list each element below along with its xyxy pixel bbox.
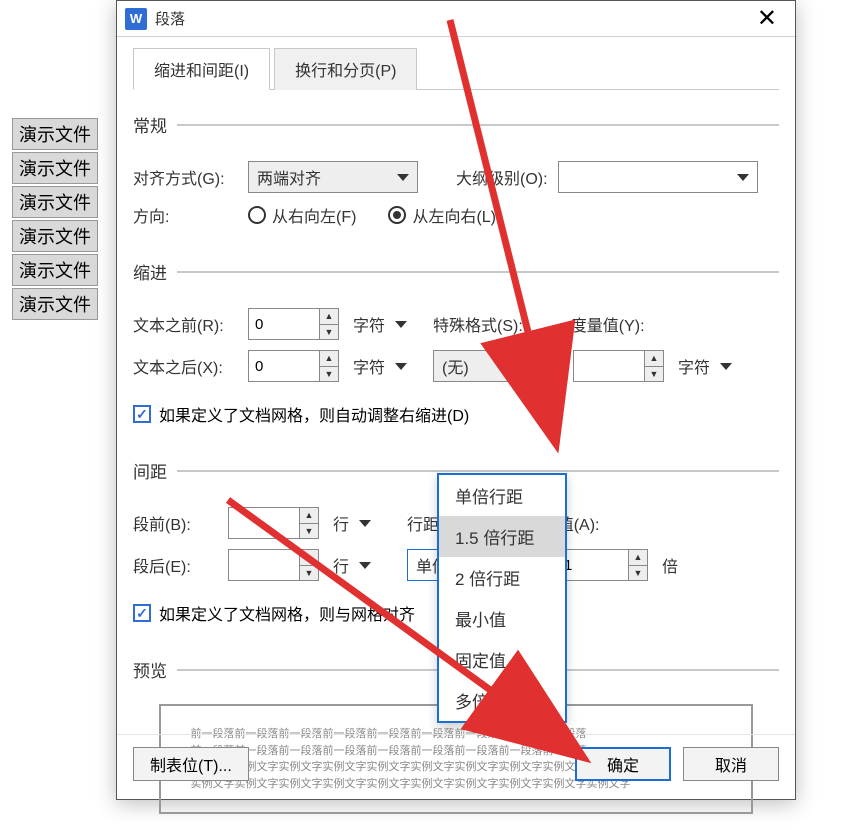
tabs-button[interactable]: 制表位(T)...	[133, 747, 249, 781]
spin-up-icon[interactable]: ▲	[300, 550, 318, 566]
direction-ltr-label: 从左向右(L)	[412, 203, 496, 227]
spin-up-icon[interactable]: ▲	[645, 351, 663, 367]
direction-label: 方向:	[133, 203, 238, 227]
direction-rtl-label: 从右向左(F)	[272, 203, 356, 227]
spin-down-icon[interactable]: ▼	[629, 566, 647, 581]
indent-before-input[interactable]	[249, 309, 319, 339]
spin-down-icon[interactable]: ▼	[300, 566, 318, 581]
background-doc-list: 演示文件演示文件演示文件演示文件演示文件演示文件	[12, 118, 98, 322]
spacing-grid-checkbox[interactable]: ✓ 如果定义了文档网格，则与网格对齐	[133, 601, 415, 625]
background-doc-item: 演示文件	[12, 186, 98, 218]
caret-icon	[397, 174, 409, 181]
alignment-select[interactable]: 两端对齐	[248, 161, 418, 193]
measure-spinner[interactable]: ▲▼	[573, 350, 664, 382]
section-spacing-legend: 间距	[133, 458, 177, 483]
tab-pagination[interactable]: 换行和分页(P)	[274, 48, 417, 90]
caret-icon[interactable]	[359, 562, 371, 569]
set-value-input[interactable]	[558, 550, 628, 580]
tab-indent-spacing[interactable]: 缩进和间距(I)	[133, 48, 270, 90]
indent-grid-checkbox[interactable]: ✓ 如果定义了文档网格，则自动调整右缩进(D)	[133, 402, 469, 426]
section-indent: 缩进 文本之前(R): ▲▼ 字符 特殊格式(S): 度量值(Y): 文本之后(…	[133, 259, 779, 436]
spin-down-icon[interactable]: ▼	[300, 524, 318, 539]
indent-grid-label: 如果定义了文档网格，则自动调整右缩进(D)	[159, 402, 469, 426]
cancel-button[interactable]: 取消	[683, 747, 779, 781]
spin-up-icon[interactable]: ▲	[320, 351, 338, 367]
line-spacing-option[interactable]: 2 倍行距	[439, 557, 565, 598]
background-doc-item: 演示文件	[12, 152, 98, 184]
direction-rtl-radio[interactable]: 从右向左(F)	[248, 203, 356, 227]
spin-up-icon[interactable]: ▲	[629, 550, 647, 566]
line-spacing-dropdown: 单倍行距1.5 倍行距2 倍行距最小值固定值多倍行距	[437, 473, 567, 723]
ok-button[interactable]: 确定	[575, 747, 671, 781]
indent-before-label: 文本之前(R):	[133, 312, 238, 336]
section-preview-legend: 预览	[133, 657, 177, 682]
dialog-footer: 制表位(T)... 确定 取消	[117, 734, 795, 799]
line-spacing-option[interactable]: 多倍行距	[439, 680, 565, 721]
dialog-title: 段落	[155, 8, 747, 29]
space-after-spinner[interactable]: ▲▼	[228, 549, 319, 581]
section-general-legend: 常规	[133, 112, 177, 137]
caret-icon	[737, 174, 749, 181]
indent-after-unit: 字符	[353, 354, 385, 378]
special-label: 特殊格式(S):	[433, 312, 523, 336]
checkbox-icon: ✓	[133, 405, 151, 423]
dialog-titlebar: W 段落 ✕	[117, 1, 795, 37]
outline-label: 大纲级别(O):	[456, 165, 548, 189]
checkbox-icon: ✓	[133, 604, 151, 622]
caret-icon	[522, 363, 534, 370]
space-after-input[interactable]	[229, 550, 299, 580]
spin-down-icon[interactable]: ▼	[645, 367, 663, 382]
caret-icon[interactable]	[395, 321, 407, 328]
measure-input[interactable]	[574, 351, 644, 381]
set-value-unit: 倍	[662, 553, 678, 577]
spacing-grid-label: 如果定义了文档网格，则与网格对齐	[159, 601, 415, 625]
space-after-label: 段后(E):	[133, 553, 218, 577]
paragraph-dialog: W 段落 ✕ 缩进和间距(I) 换行和分页(P) 常规 对齐方式(G): 两端对…	[116, 0, 796, 800]
alignment-value: 两端对齐	[257, 165, 321, 189]
close-icon[interactable]: ✕	[747, 4, 787, 33]
space-before-label: 段前(B):	[133, 511, 218, 535]
measure-unit: 字符	[678, 354, 710, 378]
line-spacing-option[interactable]: 单倍行距	[439, 475, 565, 516]
radio-icon	[248, 206, 266, 224]
spin-down-icon[interactable]: ▼	[320, 367, 338, 382]
section-indent-legend: 缩进	[133, 259, 177, 284]
space-after-unit: 行	[333, 553, 349, 577]
indent-after-spinner[interactable]: ▲▼	[248, 350, 339, 382]
outline-select[interactable]	[558, 161, 758, 193]
space-before-input[interactable]	[229, 508, 299, 538]
radio-icon	[388, 206, 406, 224]
indent-before-spinner[interactable]: ▲▼	[248, 308, 339, 340]
section-general: 常规 对齐方式(G): 两端对齐 大纲级别(O): 方向: 从右向左(F)	[133, 112, 779, 237]
line-spacing-option[interactable]: 固定值	[439, 639, 565, 680]
special-value: (无)	[442, 354, 469, 378]
special-select[interactable]: (无)	[433, 350, 543, 382]
background-doc-item: 演示文件	[12, 118, 98, 150]
background-doc-item: 演示文件	[12, 220, 98, 252]
space-before-spinner[interactable]: ▲▼	[228, 507, 319, 539]
background-doc-item: 演示文件	[12, 288, 98, 320]
measure-label: 度量值(Y):	[571, 312, 645, 336]
indent-before-unit: 字符	[353, 312, 385, 336]
line-spacing-option[interactable]: 最小值	[439, 598, 565, 639]
space-before-unit: 行	[333, 511, 349, 535]
indent-after-label: 文本之后(X):	[133, 354, 238, 378]
set-value-spinner[interactable]: ▲▼	[557, 549, 648, 581]
background-doc-item: 演示文件	[12, 254, 98, 286]
alignment-label: 对齐方式(G):	[133, 165, 238, 189]
direction-ltr-radio[interactable]: 从左向右(L)	[388, 203, 496, 227]
caret-icon[interactable]	[720, 363, 732, 370]
caret-icon[interactable]	[359, 520, 371, 527]
spin-up-icon[interactable]: ▲	[300, 508, 318, 524]
dialog-tabs: 缩进和间距(I) 换行和分页(P)	[133, 47, 779, 90]
app-icon: W	[125, 8, 147, 30]
line-spacing-option[interactable]: 1.5 倍行距	[439, 516, 565, 557]
spin-down-icon[interactable]: ▼	[320, 325, 338, 340]
caret-icon[interactable]	[395, 363, 407, 370]
indent-after-input[interactable]	[249, 351, 319, 381]
spin-up-icon[interactable]: ▲	[320, 309, 338, 325]
